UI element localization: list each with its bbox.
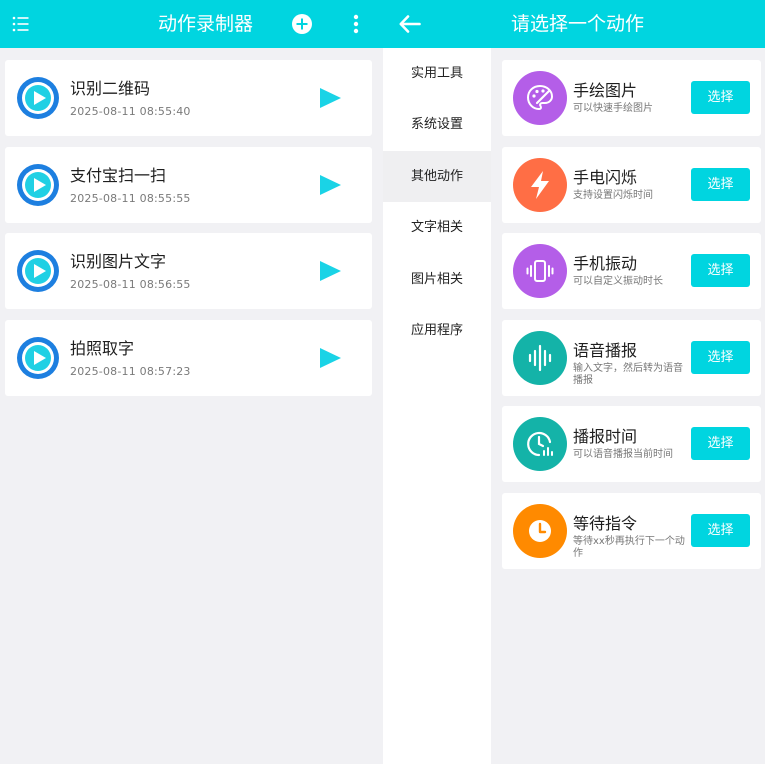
record-time: 2025-08-11 08:55:55: [70, 192, 191, 205]
play-icon[interactable]: [318, 346, 342, 370]
record-time: 2025-08-11 08:56:55: [70, 278, 191, 291]
category-item[interactable]: 文字相关: [383, 202, 491, 253]
action-card: 播报时间 可以语音播报当前时间 选择: [502, 406, 761, 482]
action-desc: 等待xx秒再执行下一个动作: [573, 536, 685, 559]
sound-wave-icon: [513, 331, 567, 385]
record-title: 拍照取字: [70, 339, 135, 358]
select-button[interactable]: 选择: [691, 254, 750, 287]
select-button[interactable]: 选择: [691, 427, 750, 460]
category-item-active[interactable]: 其他动作: [383, 151, 491, 202]
record-play-circle-icon: [17, 77, 59, 119]
action-title: 播报时间: [573, 427, 638, 446]
paint-palette-icon: [513, 71, 567, 125]
record-card[interactable]: 支付宝扫一扫 2025-08-11 08:55:55: [5, 147, 372, 223]
add-icon[interactable]: [290, 12, 314, 36]
record-play-circle-icon: [17, 337, 59, 379]
record-time: 2025-08-11 08:55:40: [70, 105, 191, 118]
play-icon[interactable]: [318, 173, 342, 197]
record-time: 2025-08-11 08:57:23: [70, 365, 191, 378]
page-title: 动作录制器: [157, 13, 253, 35]
recorder-pane: 动作录制器 识别二维码 2025-08-11 08:55:40 支付宝扫一扫 2…: [0, 0, 383, 764]
action-title: 等待指令: [573, 514, 638, 533]
action-desc: 输入文字，然后转为语音播报: [573, 363, 683, 386]
page-title: 请选择一个动作: [511, 13, 645, 35]
record-card[interactable]: 识别图片文字 2025-08-11 08:56:55: [5, 233, 372, 309]
more-vert-icon[interactable]: [344, 12, 368, 36]
action-desc: 可以快速手绘图片: [573, 103, 653, 114]
action-card: 等待指令 等待xx秒再执行下一个动作 选择: [502, 493, 761, 569]
back-arrow-icon[interactable]: [398, 12, 422, 36]
lightning-icon: [513, 158, 567, 212]
action-desc: 可以语音播报当前时间: [573, 449, 673, 460]
action-picker-pane: 请选择一个动作 实用工具 系统设置 其他动作 文字相关 图片相关 应用程序 手绘…: [383, 0, 765, 764]
action-card: 语音播报 输入文字，然后转为语音播报 选择: [502, 320, 761, 396]
record-title: 支付宝扫一扫: [70, 166, 167, 185]
category-item[interactable]: 应用程序: [383, 305, 491, 356]
select-button[interactable]: 选择: [691, 81, 750, 114]
recorder-header: 动作录制器: [0, 0, 383, 48]
action-title: 语音播报: [573, 341, 638, 360]
record-title: 识别二维码: [70, 79, 151, 98]
record-play-circle-icon: [17, 164, 59, 206]
clock-icon: [513, 504, 567, 558]
clock-chart-icon: [513, 417, 567, 471]
category-item[interactable]: 图片相关: [383, 254, 491, 305]
action-card: 手机振动 可以自定义振动时长 选择: [502, 233, 761, 309]
category-item[interactable]: 系统设置: [383, 99, 491, 150]
record-title: 识别图片文字: [70, 252, 167, 271]
action-title: 手电闪烁: [573, 168, 638, 187]
action-card: 手电闪烁 支持设置闪烁时间 选择: [502, 147, 761, 223]
action-desc: 可以自定义振动时长: [573, 276, 663, 287]
record-card[interactable]: 拍照取字 2025-08-11 08:57:23: [5, 320, 372, 396]
category-list: 实用工具 系统设置 其他动作 文字相关 图片相关 应用程序: [383, 48, 491, 764]
action-card: 手绘图片 可以快速手绘图片 选择: [502, 60, 761, 136]
select-button[interactable]: 选择: [691, 514, 750, 547]
select-button[interactable]: 选择: [691, 168, 750, 201]
record-card[interactable]: 识别二维码 2025-08-11 08:55:40: [5, 60, 372, 136]
vibrate-icon: [513, 244, 567, 298]
select-button[interactable]: 选择: [691, 341, 750, 374]
action-desc: 支持设置闪烁时间: [573, 190, 653, 201]
record-play-circle-icon: [17, 250, 59, 292]
play-icon[interactable]: [318, 259, 342, 283]
action-title: 手绘图片: [573, 81, 638, 100]
play-icon[interactable]: [318, 86, 342, 110]
action-title: 手机振动: [573, 254, 638, 273]
picker-header: 请选择一个动作: [383, 0, 765, 48]
category-item[interactable]: 实用工具: [383, 48, 491, 99]
